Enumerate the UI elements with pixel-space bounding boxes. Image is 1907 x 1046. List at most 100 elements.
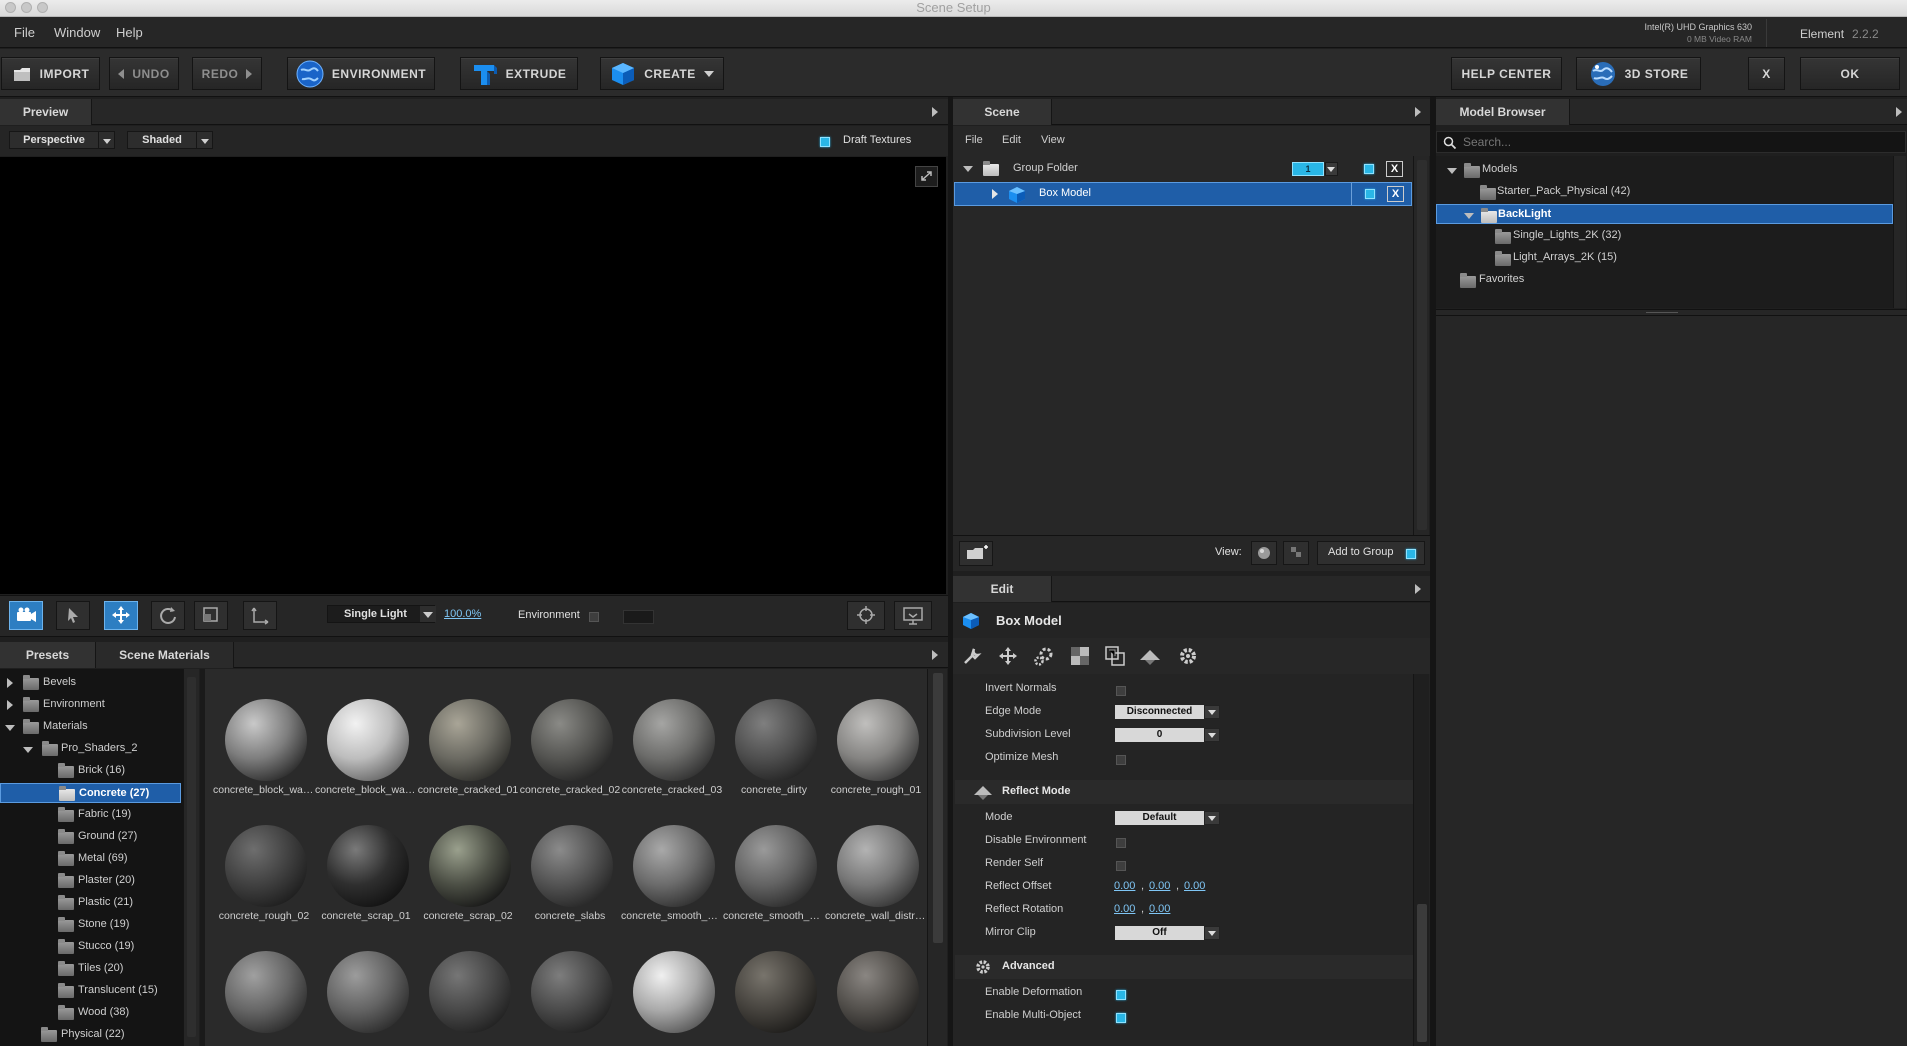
target-button[interactable] (847, 601, 885, 630)
reflect-rotation-x[interactable]: 0.00 (1114, 903, 1135, 915)
enable-deformation-checkbox[interactable] (1116, 990, 1126, 1000)
scene-menu-view[interactable]: View (1041, 134, 1065, 146)
add-to-group-checkbox[interactable] (1406, 549, 1416, 559)
chevron-down-icon[interactable] (1204, 705, 1220, 719)
add-to-group-button[interactable]: Add to Group (1317, 541, 1425, 565)
3d-store-button[interactable]: 3D STORE (1576, 57, 1701, 90)
visibility-checkbox[interactable] (1364, 164, 1374, 174)
tab-model-browser[interactable]: Model Browser (1436, 99, 1570, 125)
collapse-arrow-icon[interactable] (932, 107, 938, 117)
cancel-button[interactable]: X (1748, 57, 1785, 90)
material-swatch[interactable] (531, 825, 613, 907)
material-swatch[interactable] (327, 825, 409, 907)
preset-tree-item[interactable]: Concrete (27) (0, 783, 181, 803)
material-swatch[interactable] (633, 825, 715, 907)
material-swatch[interactable] (837, 951, 919, 1033)
wrench-icon[interactable] (961, 645, 983, 667)
preset-tree-item[interactable]: Wood (38) (0, 1003, 181, 1023)
tab-scene-materials[interactable]: Scene Materials (96, 642, 234, 668)
material-swatch[interactable] (531, 699, 613, 781)
tab-scene[interactable]: Scene (953, 99, 1052, 125)
material-swatch[interactable] (327, 699, 409, 781)
material-swatch[interactable] (327, 951, 409, 1033)
tab-presets[interactable]: Presets (0, 642, 96, 668)
collapse-arrow-icon[interactable] (1415, 107, 1421, 117)
gears-icon[interactable] (1032, 645, 1056, 667)
preset-tree-item[interactable]: Pro_Shaders_2 (0, 739, 181, 759)
subdivision-level-field[interactable]: 0 (1115, 728, 1204, 742)
invert-normals-checkbox[interactable] (1116, 686, 1126, 696)
materials-scrollbar[interactable] (927, 669, 947, 1046)
delete-item-button[interactable]: X (1386, 161, 1403, 177)
model-tree-item[interactable]: Favorites (1436, 270, 1893, 290)
panel-splitter[interactable] (948, 97, 953, 1046)
environment-color-swatch[interactable] (623, 610, 654, 624)
view-grid-button[interactable] (1283, 541, 1309, 565)
model-tree-item[interactable]: Starter_Pack_Physical (42) (1436, 182, 1893, 202)
material-swatch[interactable] (837, 825, 919, 907)
preset-tree-item[interactable]: Bevels (0, 673, 181, 693)
tab-preview[interactable]: Preview (0, 99, 92, 125)
scale-tool-button[interactable] (194, 601, 228, 630)
undo-button[interactable]: UNDO (109, 57, 179, 90)
reflect-rotation-y[interactable]: 0.00 (1149, 903, 1170, 915)
scene-row-box-model[interactable]: Box Model X (954, 182, 1412, 206)
scene-row-group-folder[interactable]: Group Folder 1 X (953, 157, 1413, 181)
reflect-offset-x[interactable]: 0.00 (1114, 880, 1135, 892)
collapse-arrow-icon[interactable] (1415, 584, 1421, 594)
draft-textures-checkbox[interactable] (820, 137, 830, 147)
uv-map-icon[interactable] (1104, 645, 1126, 667)
checker-icon[interactable] (1069, 645, 1091, 667)
presets-tree-scrollbar[interactable] (183, 669, 199, 1046)
render-output-button[interactable] (894, 601, 932, 630)
expanded-arrow-icon[interactable] (1447, 168, 1457, 174)
material-swatch[interactable] (735, 825, 817, 907)
edit-scrollbar[interactable] (1413, 674, 1429, 1046)
material-swatch[interactable] (633, 699, 715, 781)
scene-menu-edit[interactable]: Edit (1002, 134, 1021, 146)
material-swatch[interactable] (225, 951, 307, 1033)
model-tree-item[interactable]: Single_Lights_2K (32) (1436, 226, 1893, 246)
mirror-clip-dropdown[interactable]: Off (1115, 926, 1204, 940)
model-tree-item[interactable]: BackLight (1436, 204, 1893, 224)
select-tool-button[interactable] (56, 601, 90, 630)
preset-tree-item[interactable]: Stone (19) (0, 915, 181, 935)
material-swatch[interactable] (225, 825, 307, 907)
import-button[interactable]: IMPORT (1, 57, 100, 90)
gear-icon[interactable] (1177, 645, 1199, 667)
reflect-offset-z[interactable]: 0.00 (1184, 880, 1205, 892)
maximize-viewport-button[interactable] (915, 166, 938, 187)
material-swatch[interactable] (531, 951, 613, 1033)
model-search-input[interactable] (1463, 134, 1893, 150)
extrude-button[interactable]: EXTRUDE (460, 57, 578, 90)
tab-edit[interactable]: Edit (953, 576, 1052, 602)
chevron-down-icon[interactable] (1204, 811, 1220, 825)
reflect-icon[interactable] (1138, 645, 1162, 667)
chevron-down-icon[interactable] (1325, 162, 1338, 176)
model-tree-scrollbar[interactable] (1893, 156, 1906, 308)
move-arrows-icon[interactable] (997, 645, 1019, 667)
preview-viewport[interactable] (0, 157, 946, 594)
environment-button[interactable]: ENVIRONMENT (287, 57, 435, 90)
optimize-mesh-checkbox[interactable] (1116, 755, 1126, 765)
model-tree-item[interactable]: Light_Arrays_2K (15) (1436, 248, 1893, 268)
render-self-checkbox[interactable] (1116, 861, 1126, 871)
enable-multi-object-checkbox[interactable] (1116, 1013, 1126, 1023)
collapse-arrow-icon[interactable] (932, 650, 938, 660)
zoom-level[interactable]: 100.0% (444, 608, 481, 620)
ok-button[interactable]: OK (1800, 57, 1900, 90)
menu-window[interactable]: Window (54, 25, 100, 40)
new-folder-button[interactable] (959, 541, 993, 566)
mode-dropdown[interactable]: Default (1115, 811, 1204, 825)
preset-tree-item[interactable]: Environment (0, 695, 181, 715)
delete-item-button[interactable]: X (1387, 186, 1404, 202)
material-swatch[interactable] (633, 951, 715, 1033)
preset-tree-item[interactable]: Physical (22) (0, 1025, 181, 1045)
group-counter[interactable]: 1 (1292, 162, 1324, 176)
material-swatch[interactable] (735, 951, 817, 1033)
collapse-arrow-icon[interactable] (1896, 107, 1902, 117)
light-mode-dropdown[interactable]: Single Light (327, 605, 436, 623)
preset-tree-item[interactable]: Ground (27) (0, 827, 181, 847)
create-button[interactable]: CREATE (600, 57, 724, 90)
visibility-checkbox[interactable] (1365, 189, 1375, 199)
